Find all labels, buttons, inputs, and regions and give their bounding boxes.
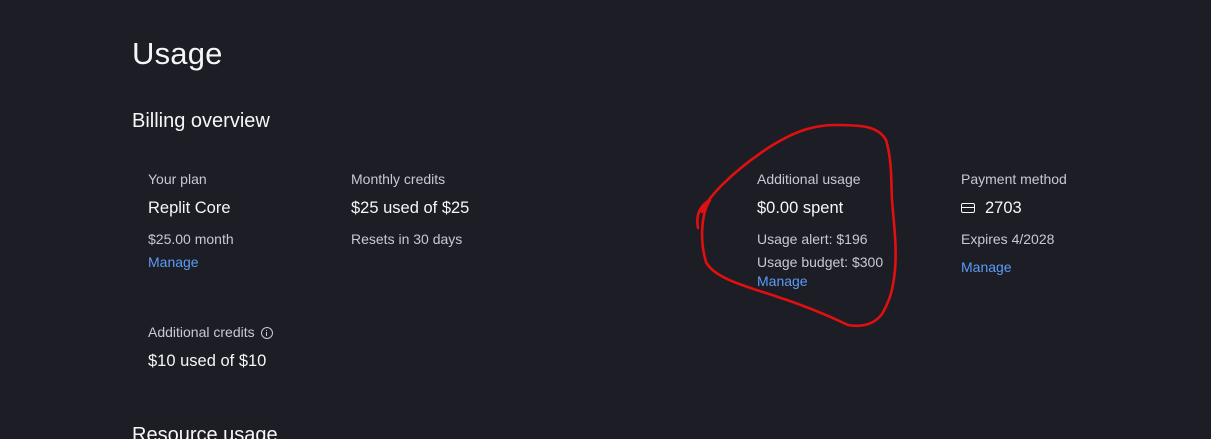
resource-usage-heading: Resource usage xyxy=(132,424,278,439)
credit-card-icon xyxy=(961,203,975,213)
billing-overview-heading: Billing overview xyxy=(132,110,270,132)
info-icon[interactable] xyxy=(260,327,273,339)
additional-usage-value: $0.00 spent xyxy=(757,199,844,217)
your-plan-label: Your plan xyxy=(148,171,207,187)
additional-credits-label: Additional credits xyxy=(148,324,255,340)
additional-credits-card: Additional credits $10 used of $10 xyxy=(148,324,273,370)
usage-manage-link[interactable]: Manage xyxy=(757,273,808,289)
usage-budget-text: Usage budget: $300 xyxy=(757,254,884,270)
monthly-credits-value: $25 used of $25 xyxy=(351,199,470,217)
payment-method-value-row: 2703 xyxy=(961,199,1067,217)
usage-page: Usage Billing overview Your plan Replit … xyxy=(0,0,1211,439)
monthly-credits-card: Monthly credits $25 used of $25 Resets i… xyxy=(351,171,469,247)
additional-usage-card: Additional usage $0.00 spent Usage alert… xyxy=(757,171,883,291)
monthly-credits-resets: Resets in 30 days xyxy=(351,231,463,247)
payment-manage-link[interactable]: Manage xyxy=(961,259,1012,275)
monthly-credits-label: Monthly credits xyxy=(351,171,446,187)
card-expiry: Expires 4/2028 xyxy=(961,231,1055,247)
plan-manage-link[interactable]: Manage xyxy=(148,254,199,270)
payment-method-card: Payment method 2703 Expires 4/2028 Manag… xyxy=(961,171,1067,277)
your-plan-price: $25.00 month xyxy=(148,231,234,247)
your-plan-value: Replit Core xyxy=(148,199,231,217)
card-last-digits: 2703 xyxy=(985,199,1022,217)
usage-alert-text: Usage alert: $196 xyxy=(757,231,868,247)
your-plan-card: Your plan Replit Core $25.00 month Manag… xyxy=(148,171,234,272)
additional-credits-label-row: Additional credits xyxy=(148,324,273,340)
additional-usage-label: Additional usage xyxy=(757,171,861,187)
payment-method-label: Payment method xyxy=(961,171,1067,187)
additional-credits-value: $10 used of $10 xyxy=(148,352,267,370)
page-title: Usage xyxy=(132,36,223,71)
